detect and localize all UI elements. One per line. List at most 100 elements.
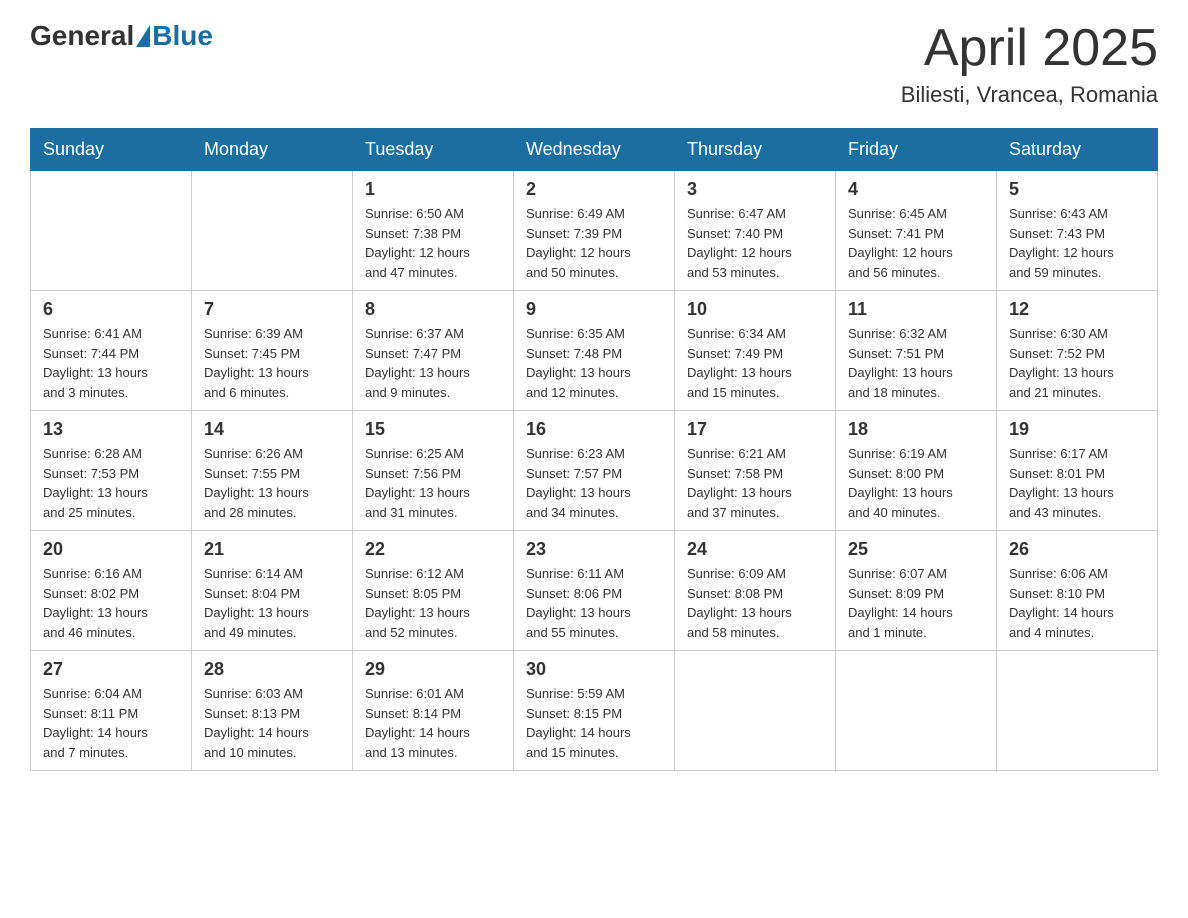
day-info: Sunrise: 6:49 AMSunset: 7:39 PMDaylight:… (526, 204, 662, 282)
day-info: Sunrise: 6:04 AMSunset: 8:11 PMDaylight:… (43, 684, 179, 762)
day-number: 4 (848, 179, 984, 200)
day-info: Sunrise: 6:12 AMSunset: 8:05 PMDaylight:… (365, 564, 501, 642)
calendar-cell: 30 Sunrise: 5:59 AMSunset: 8:15 PMDayligh… (514, 651, 675, 771)
day-number: 22 (365, 539, 501, 560)
calendar-cell: 22 Sunrise: 6:12 AMSunset: 8:05 PMDayligh… (353, 531, 514, 651)
calendar-cell: 6Sunrise: 6:41 AMSunset: 7:44 PMDaylight… (31, 291, 192, 411)
calendar-cell (836, 651, 997, 771)
calendar-cell: 21Sunrise: 6:14 AMSunset: 8:04 PMDayligh… (192, 531, 353, 651)
day-info: Sunrise: 6:23 AMSunset: 7:57 PMDaylight:… (526, 444, 662, 522)
day-info: Sunrise: 6:35 AMSunset: 7:48 PMDaylight:… (526, 324, 662, 402)
day-info: Sunrise: 6:16 AMSunset: 8:02 PMDaylight:… (43, 564, 179, 642)
weekday-header-sunday: Sunday (31, 129, 192, 171)
title-section: April 2025 Biliesti, Vrancea, Romania (901, 20, 1158, 108)
calendar-cell: 4 Sunrise: 6:45 AMSunset: 7:41 PMDaylight… (836, 171, 997, 291)
calendar-cell: 8 Sunrise: 6:37 AMSunset: 7:47 PMDaylight… (353, 291, 514, 411)
calendar-header: SundayMondayTuesdayWednesdayThursdayFrid… (31, 129, 1158, 171)
logo-blue-part: Blue (134, 20, 213, 52)
day-info: Sunrise: 6:17 AMSunset: 8:01 PMDaylight:… (1009, 444, 1145, 522)
logo-arrow-icon (136, 25, 150, 47)
day-number: 8 (365, 299, 501, 320)
day-number: 18 (848, 419, 984, 440)
day-number: 12 (1009, 299, 1145, 320)
calendar-week-row: 6Sunrise: 6:41 AMSunset: 7:44 PMDaylight… (31, 291, 1158, 411)
weekday-header-monday: Monday (192, 129, 353, 171)
day-info: Sunrise: 6:47 AMSunset: 7:40 PMDaylight:… (687, 204, 823, 282)
calendar-body: 1Sunrise: 6:50 AMSunset: 7:38 PMDaylight… (31, 171, 1158, 771)
day-number: 14 (204, 419, 340, 440)
day-info: Sunrise: 6:32 AMSunset: 7:51 PMDaylight:… (848, 324, 984, 402)
day-info: Sunrise: 6:37 AMSunset: 7:47 PMDaylight:… (365, 324, 501, 402)
day-info: Sunrise: 6:01 AMSunset: 8:14 PMDaylight:… (365, 684, 501, 762)
weekday-header-tuesday: Tuesday (353, 129, 514, 171)
calendar-cell: 27 Sunrise: 6:04 AMSunset: 8:11 PMDayligh… (31, 651, 192, 771)
day-info: Sunrise: 6:07 AMSunset: 8:09 PMDaylight:… (848, 564, 984, 642)
calendar-cell: 13 Sunrise: 6:28 AMSunset: 7:53 PMDayligh… (31, 411, 192, 531)
calendar-cell: 14Sunrise: 6:26 AMSunset: 7:55 PMDayligh… (192, 411, 353, 531)
calendar-cell: 3Sunrise: 6:47 AMSunset: 7:40 PMDaylight… (675, 171, 836, 291)
day-info: Sunrise: 6:30 AMSunset: 7:52 PMDaylight:… (1009, 324, 1145, 402)
weekday-header-friday: Friday (836, 129, 997, 171)
day-number: 16 (526, 419, 662, 440)
day-number: 27 (43, 659, 179, 680)
day-number: 25 (848, 539, 984, 560)
calendar-cell: 16 Sunrise: 6:23 AMSunset: 7:57 PMDayligh… (514, 411, 675, 531)
day-number: 17 (687, 419, 823, 440)
calendar-cell: 23 Sunrise: 6:11 AMSunset: 8:06 PMDayligh… (514, 531, 675, 651)
day-number: 20 (43, 539, 179, 560)
month-title: April 2025 (901, 20, 1158, 77)
day-number: 1 (365, 179, 501, 200)
calendar-table: SundayMondayTuesdayWednesdayThursdayFrid… (30, 128, 1158, 771)
calendar-week-row: 20 Sunrise: 6:16 AMSunset: 8:02 PMDayligh… (31, 531, 1158, 651)
day-info: Sunrise: 6:09 AMSunset: 8:08 PMDaylight:… (687, 564, 823, 642)
calendar-cell: 26 Sunrise: 6:06 AMSunset: 8:10 PMDayligh… (997, 531, 1158, 651)
calendar-cell: 11 Sunrise: 6:32 AMSunset: 7:51 PMDayligh… (836, 291, 997, 411)
day-number: 6 (43, 299, 179, 320)
day-number: 30 (526, 659, 662, 680)
day-info: Sunrise: 6:21 AMSunset: 7:58 PMDaylight:… (687, 444, 823, 522)
day-number: 2 (526, 179, 662, 200)
calendar-cell: 2 Sunrise: 6:49 AMSunset: 7:39 PMDaylight… (514, 171, 675, 291)
day-info: Sunrise: 6:43 AMSunset: 7:43 PMDaylight:… (1009, 204, 1145, 282)
calendar-cell (997, 651, 1158, 771)
day-number: 28 (204, 659, 340, 680)
day-info: Sunrise: 5:59 AMSunset: 8:15 PMDaylight:… (526, 684, 662, 762)
calendar-cell: 10Sunrise: 6:34 AMSunset: 7:49 PMDayligh… (675, 291, 836, 411)
day-info: Sunrise: 6:39 AMSunset: 7:45 PMDaylight:… (204, 324, 340, 402)
day-number: 9 (526, 299, 662, 320)
day-info: Sunrise: 6:11 AMSunset: 8:06 PMDaylight:… (526, 564, 662, 642)
logo: General Blue (30, 20, 213, 52)
calendar-cell: 19Sunrise: 6:17 AMSunset: 8:01 PMDayligh… (997, 411, 1158, 531)
day-info: Sunrise: 6:06 AMSunset: 8:10 PMDaylight:… (1009, 564, 1145, 642)
day-number: 29 (365, 659, 501, 680)
logo-general-text: General (30, 20, 134, 52)
calendar-cell: 24 Sunrise: 6:09 AMSunset: 8:08 PMDayligh… (675, 531, 836, 651)
calendar-cell: 25 Sunrise: 6:07 AMSunset: 8:09 PMDayligh… (836, 531, 997, 651)
calendar-cell: 18Sunrise: 6:19 AMSunset: 8:00 PMDayligh… (836, 411, 997, 531)
weekday-header-saturday: Saturday (997, 129, 1158, 171)
calendar-cell (192, 171, 353, 291)
calendar-cell: 9 Sunrise: 6:35 AMSunset: 7:48 PMDaylight… (514, 291, 675, 411)
calendar-cell: 12 Sunrise: 6:30 AMSunset: 7:52 PMDayligh… (997, 291, 1158, 411)
calendar-week-row: 27 Sunrise: 6:04 AMSunset: 8:11 PMDayligh… (31, 651, 1158, 771)
day-number: 11 (848, 299, 984, 320)
weekday-header-wednesday: Wednesday (514, 129, 675, 171)
day-info: Sunrise: 6:28 AMSunset: 7:53 PMDaylight:… (43, 444, 179, 522)
calendar-cell: 5Sunrise: 6:43 AMSunset: 7:43 PMDaylight… (997, 171, 1158, 291)
location-title: Biliesti, Vrancea, Romania (901, 82, 1158, 108)
calendar-cell: 7Sunrise: 6:39 AMSunset: 7:45 PMDaylight… (192, 291, 353, 411)
day-number: 10 (687, 299, 823, 320)
day-info: Sunrise: 6:45 AMSunset: 7:41 PMDaylight:… (848, 204, 984, 282)
day-number: 13 (43, 419, 179, 440)
calendar-week-row: 13 Sunrise: 6:28 AMSunset: 7:53 PMDayligh… (31, 411, 1158, 531)
calendar-cell: 20 Sunrise: 6:16 AMSunset: 8:02 PMDayligh… (31, 531, 192, 651)
day-number: 23 (526, 539, 662, 560)
day-number: 26 (1009, 539, 1145, 560)
calendar-cell: 29 Sunrise: 6:01 AMSunset: 8:14 PMDayligh… (353, 651, 514, 771)
logo-blue-text: Blue (152, 20, 213, 52)
day-info: Sunrise: 6:25 AMSunset: 7:56 PMDaylight:… (365, 444, 501, 522)
calendar-cell: 15 Sunrise: 6:25 AMSunset: 7:56 PMDayligh… (353, 411, 514, 531)
day-number: 24 (687, 539, 823, 560)
day-info: Sunrise: 6:03 AMSunset: 8:13 PMDaylight:… (204, 684, 340, 762)
day-number: 15 (365, 419, 501, 440)
